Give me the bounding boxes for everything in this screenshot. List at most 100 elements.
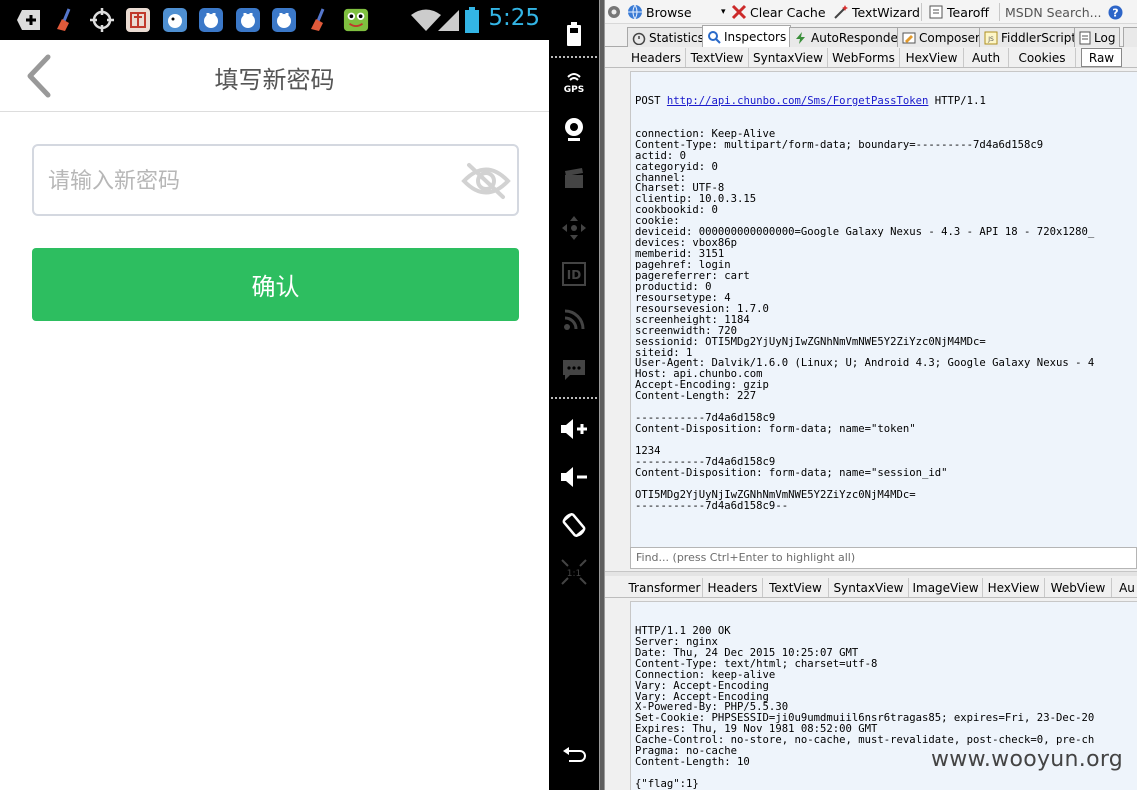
request-headers-body: connection: Keep-Alive Content-Type: mult… — [635, 128, 1134, 512]
textwizard-label: TextWizard — [852, 4, 920, 20]
volume-up-button[interactable] — [549, 409, 599, 449]
request-line: screenwidth: 720 — [635, 324, 738, 337]
request-tab-webforms[interactable]: WebForms — [828, 48, 900, 67]
request-line — [635, 435, 1134, 446]
rotate-button[interactable] — [549, 505, 599, 545]
help-icon[interactable]: ? — [1108, 3, 1123, 21]
separator — [551, 397, 597, 399]
add-box-icon — [16, 7, 42, 33]
zoom-one-to-one-button[interactable]: 1:1 — [549, 552, 599, 592]
tab-composer[interactable]: Composer — [897, 27, 985, 47]
gps-label: GPS — [564, 85, 584, 95]
tab-autoresponder[interactable]: AutoResponder — [789, 27, 908, 47]
request-tab-syntaxview[interactable]: SyntaxView — [749, 48, 828, 67]
gps-control-button[interactable]: GPS — [549, 62, 599, 102]
splitter[interactable] — [605, 571, 1137, 576]
tab-label: AutoResponder — [811, 30, 903, 45]
browse-button[interactable]: Browse — [627, 3, 692, 21]
eye-off-icon — [461, 163, 511, 199]
battery-icon — [567, 22, 581, 46]
camera-control-button[interactable] — [549, 110, 599, 150]
battery-control-button[interactable] — [549, 14, 599, 54]
textwizard-button[interactable]: TextWizard — [833, 3, 920, 21]
dpad-control-button[interactable] — [549, 208, 599, 248]
request-version: HTTP/1.1 — [934, 94, 986, 107]
request-tab-raw[interactable]: Raw — [1081, 48, 1122, 67]
request-tab-textview[interactable]: TextView — [686, 48, 749, 67]
tab-label: Log — [1094, 30, 1116, 45]
tab-label: Inspectors — [724, 30, 787, 44]
device-id-button[interactable]: ID — [549, 254, 599, 294]
watermark: www.wooyun.org — [931, 747, 1124, 772]
gamepad-app-icon — [235, 7, 261, 33]
new-password-input[interactable] — [48, 164, 448, 198]
request-inspector-tabs: Headers TextView SyntaxView WebForms Hex… — [605, 47, 1137, 68]
app-header: 填写新密码 — [0, 40, 549, 112]
request-line: Content-Disposition: form-data; name="se… — [635, 466, 948, 479]
tab-statistics[interactable]: Statistics — [627, 27, 709, 47]
back-control-button[interactable] — [549, 736, 599, 776]
network-control-button[interactable] — [549, 300, 599, 340]
find-input[interactable]: Find... (press Ctrl+Enter to highlight a… — [630, 547, 1137, 569]
id-card-icon: ID — [562, 262, 586, 286]
process-filter-icon[interactable] — [607, 3, 621, 21]
broom-icon — [307, 7, 333, 33]
clear-cache-button[interactable]: Clear Cache — [731, 3, 826, 21]
tearoff-button[interactable]: Tearoff — [928, 3, 989, 21]
separator — [999, 3, 1000, 21]
page-title: 填写新密码 — [214, 66, 335, 94]
response-line: {"flag":1} — [635, 778, 699, 790]
tearoff-icon — [929, 5, 943, 19]
android-screen: 5:25 填写新密码 确认 — [0, 0, 549, 790]
signal-icon — [436, 7, 462, 33]
fiddler-window: Browse ▾ Clear Cache TextWizard Tearoff … — [605, 0, 1137, 790]
response-tab-imageview[interactable]: ImageView — [909, 578, 983, 597]
textwizard-icon — [834, 5, 848, 19]
gamepad-app-icon — [271, 7, 297, 33]
crosshair-icon — [89, 7, 115, 33]
svg-text:JS: JS — [987, 36, 994, 43]
response-tab-headers[interactable]: Headers — [703, 578, 763, 597]
request-tab-headers[interactable]: Headers — [627, 48, 686, 67]
id-label: ID — [567, 268, 581, 282]
request-line: screenheight: 1184 — [635, 313, 750, 326]
request-line: -----------7d4a6d158c9-- — [635, 499, 789, 512]
zoom-icon: 1:1 — [561, 559, 587, 585]
request-tab-auth[interactable]: Auth — [964, 48, 1009, 67]
tearoff-label: Tearoff — [947, 4, 989, 20]
request-tab-hexview[interactable]: HexView — [900, 48, 964, 67]
sms-icon — [563, 360, 585, 380]
request-tab-cookies[interactable]: Cookies — [1009, 48, 1076, 67]
response-tab-auth[interactable]: Au — [1112, 578, 1137, 597]
request-line: Content-Disposition: form-data; name="to… — [635, 423, 916, 436]
volume-down-button[interactable] — [549, 457, 599, 497]
response-tab-hexview[interactable]: HexView — [983, 578, 1045, 597]
media-control-button[interactable] — [549, 158, 599, 198]
toggle-visibility-button[interactable] — [461, 162, 511, 200]
request-line: sessionid: OTI5MDg2YjUyNjIwZGNhNmVmNWE5Y… — [635, 335, 986, 348]
response-tab-transformer[interactable]: Transformer — [627, 578, 703, 597]
main-tabs: Statistics Inspectors AutoResponder Comp… — [605, 25, 1137, 48]
globe-icon — [628, 4, 642, 20]
request-url-link[interactable]: http://api.chunbo.com/Sms/ForgetPassToke… — [667, 95, 929, 107]
tab-inspectors[interactable]: Inspectors — [702, 25, 792, 48]
response-tab-webview[interactable]: WebView — [1045, 578, 1112, 597]
response-tab-textview[interactable]: TextView — [763, 578, 829, 597]
volume-up-icon — [561, 419, 587, 439]
clear-cache-label: Clear Cache — [750, 4, 826, 20]
tab-log[interactable]: Log — [1074, 27, 1121, 47]
broom-icon — [53, 7, 79, 33]
tab-label: FiddlerScript — [1001, 30, 1077, 45]
msdn-search-input[interactable]: MSDN Search... — [1005, 3, 1102, 21]
browse-dropdown-icon[interactable]: ▾ — [721, 3, 726, 21]
sms-control-button[interactable] — [549, 350, 599, 390]
webcam-icon — [565, 118, 583, 141]
response-tab-syntaxview[interactable]: SyntaxView — [829, 578, 909, 597]
script-icon: JS — [984, 31, 998, 44]
tab-overflow[interactable] — [1123, 27, 1137, 47]
volume-down-icon — [561, 467, 587, 487]
request-raw-view[interactable]: POST http://api.chunbo.com/Sms/ForgetPas… — [630, 71, 1137, 547]
request-method: POST — [635, 94, 661, 107]
confirm-button[interactable]: 确认 — [32, 248, 519, 321]
tab-fiddlerscript[interactable]: JS FiddlerScript — [979, 27, 1082, 47]
